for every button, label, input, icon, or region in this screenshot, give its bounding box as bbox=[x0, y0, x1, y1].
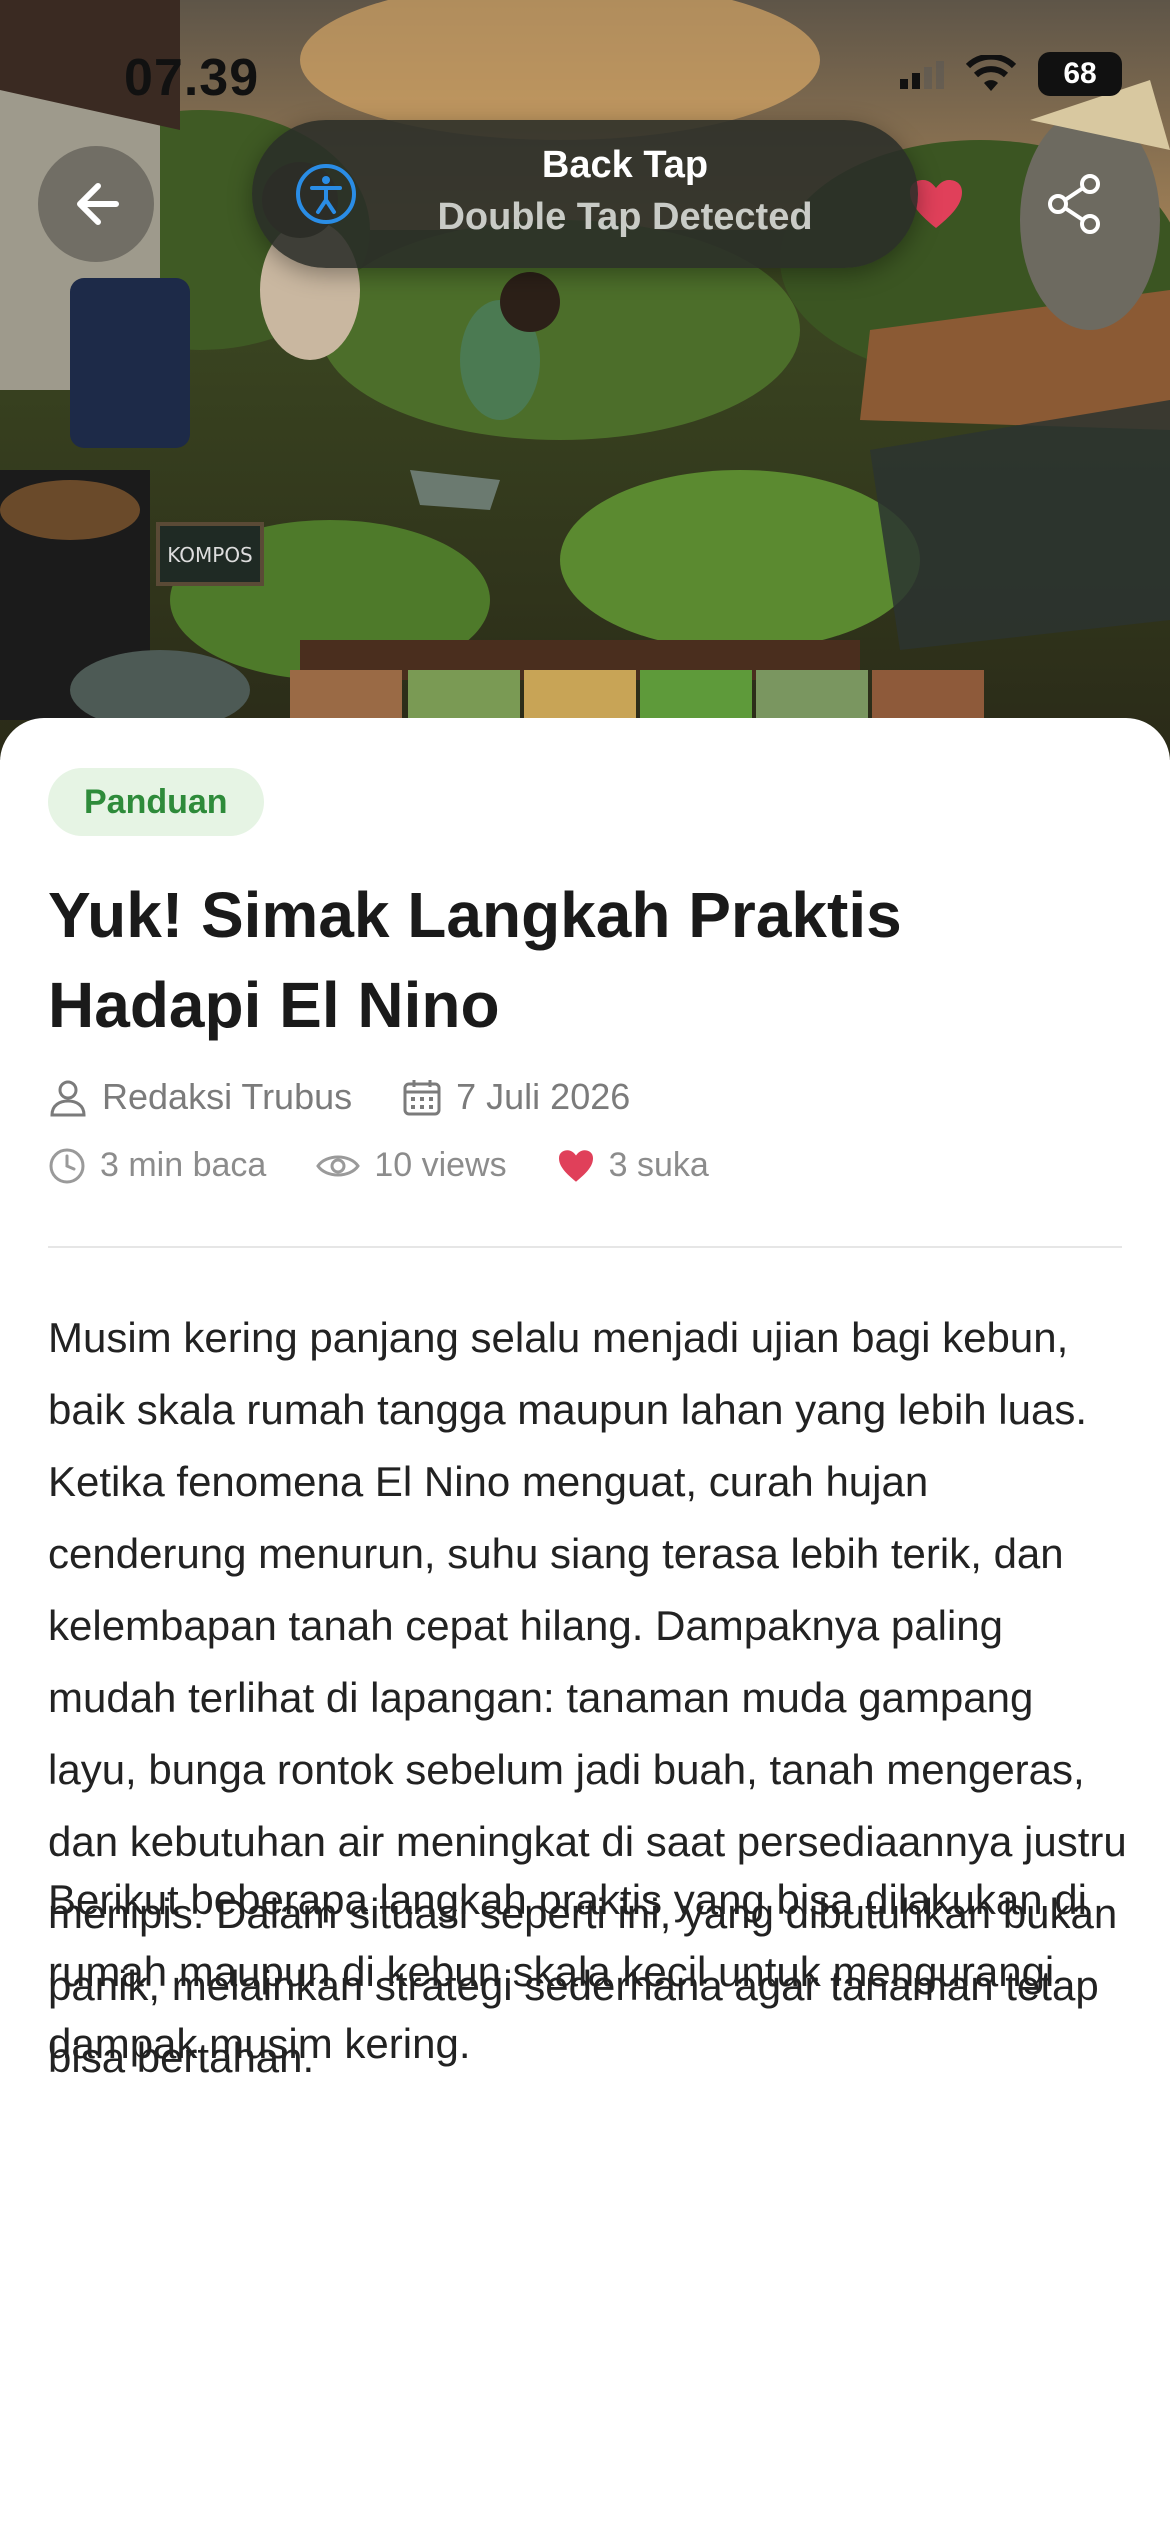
back-tap-toast: Back Tap Double Tap Detected bbox=[252, 120, 918, 268]
status-time: 07.39 bbox=[124, 49, 260, 107]
author-meta: Redaksi Trubus bbox=[48, 1076, 352, 1118]
user-icon bbox=[50, 1080, 86, 1117]
category-chip[interactable]: Panduan bbox=[48, 768, 264, 836]
back-arrow-icon bbox=[77, 183, 119, 225]
share-button[interactable] bbox=[1016, 146, 1132, 262]
meta-row-author: Redaksi Trubus 7 Juli 2026 bbox=[48, 1076, 680, 1118]
likes-meta[interactable]: 3 suka bbox=[557, 1146, 709, 1185]
read-time: 3 min baca bbox=[100, 1146, 267, 1184]
clock-icon bbox=[49, 1148, 85, 1183]
toast-title: Back Tap bbox=[541, 144, 709, 186]
like-count: 3 suka bbox=[608, 1146, 709, 1184]
status-icons: 68 bbox=[900, 52, 1122, 96]
article-title: Yuk! Simak Langkah Praktis Hadapi El Nin… bbox=[48, 879, 902, 1041]
battery-indicator: 68 bbox=[1038, 52, 1122, 96]
toast-subtitle: Double Tap Detected bbox=[437, 196, 813, 238]
share-icon bbox=[1048, 174, 1100, 234]
views-meta: 10 views bbox=[316, 1146, 507, 1185]
heart-icon bbox=[558, 1149, 593, 1182]
publish-date: 7 Juli 2026 bbox=[456, 1076, 631, 1117]
date-meta: 7 Juli 2026 bbox=[402, 1076, 630, 1118]
kompos-sign: KOMPOS bbox=[167, 543, 253, 567]
eye-icon bbox=[316, 1155, 361, 1176]
view-count: 10 views bbox=[374, 1146, 507, 1184]
back-button[interactable] bbox=[38, 146, 154, 262]
wifi-icon bbox=[966, 55, 1016, 91]
read-time-meta: 3 min baca bbox=[48, 1146, 266, 1185]
meta-row-stats: 3 min baca 10 views 3 suka bbox=[48, 1146, 759, 1185]
article-sheet: Panduan Yuk! Simak Langkah Praktis Hadap… bbox=[0, 718, 1170, 2532]
calendar-icon bbox=[403, 1080, 441, 1116]
hero-image: KOMPOS 07.39 68 Back Tap Double Tap Dete… bbox=[0, 0, 1170, 760]
article-paragraph: Berikut beberapa langkah praktis yang bi… bbox=[48, 1876, 1087, 2067]
divider bbox=[48, 1246, 1122, 1248]
author-name: Redaksi Trubus bbox=[102, 1076, 353, 1117]
signal-icon bbox=[900, 61, 944, 89]
